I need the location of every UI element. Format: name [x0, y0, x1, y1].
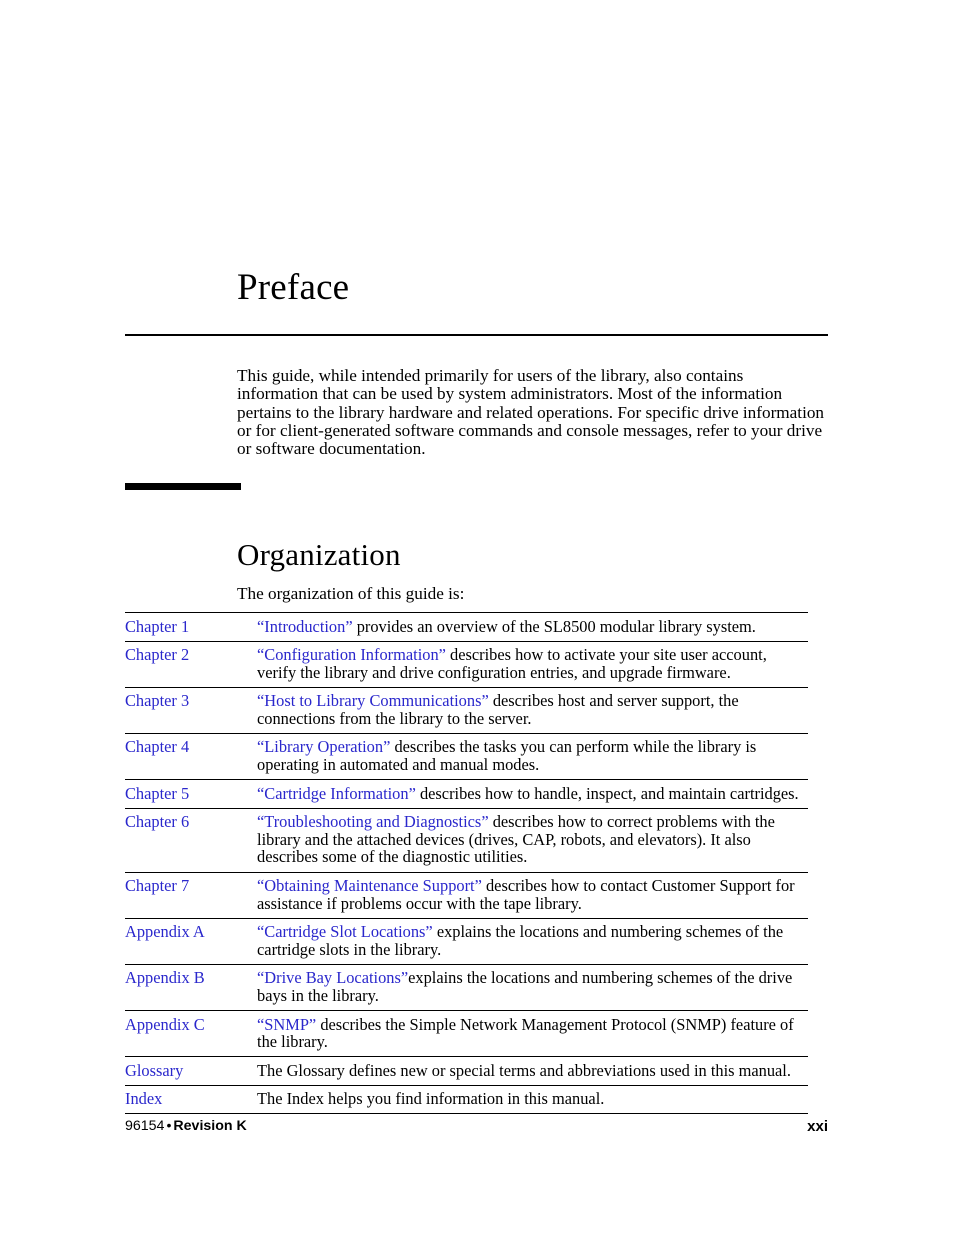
description-text: describes how to handle, inspect, and ma… [415, 783, 799, 803]
section-title-link[interactable]: “Cartridge Information” [257, 784, 416, 803]
table-cell-label: Chapter 1 [125, 613, 257, 642]
table-cell-description: “Obtaining Maintenance Support” describe… [257, 872, 808, 918]
chapter-link[interactable]: Chapter 4 [125, 737, 189, 756]
table-cell-label: Glossary [125, 1057, 257, 1086]
chapter-link[interactable]: Appendix B [125, 968, 205, 987]
section-title-link[interactable]: “Troubleshooting and Diagnostics” [257, 812, 489, 831]
table-cell-description: “Cartridge Slot Locations” explains the … [257, 918, 808, 964]
footer-document-info: 96154 • Revision K [125, 1118, 247, 1134]
table-cell-label: Chapter 7 [125, 872, 257, 918]
table-cell-label: Appendix B [125, 964, 257, 1010]
chapter-link[interactable]: Chapter 7 [125, 876, 189, 895]
table-cell-description: “Troubleshooting and Diagnostics” descri… [257, 808, 808, 872]
section-title-link[interactable]: “SNMP” [257, 1015, 316, 1034]
section-lead-in-text: The organization of this guide is: [237, 584, 465, 604]
table-cell-label: Chapter 4 [125, 733, 257, 779]
chapter-link[interactable]: Index [125, 1089, 162, 1108]
footer-doc-number: 96154 [125, 1118, 165, 1134]
table-cell-description: “Configuration Information” describes ho… [257, 641, 808, 687]
description-text: The Glossary defines new or special term… [257, 1060, 791, 1080]
section-title-link[interactable]: “Library Operation” [257, 737, 390, 756]
description-text: describes the Simple Network Management … [257, 1014, 794, 1052]
table-row: Appendix B “Drive Bay Locations”explains … [125, 964, 808, 1010]
chapter-link[interactable]: Chapter 6 [125, 812, 189, 831]
section-title-link[interactable]: “Obtaining Maintenance Support” [257, 876, 482, 895]
chapter-link[interactable]: Chapter 2 [125, 645, 189, 664]
chapter-link[interactable]: Appendix C [125, 1015, 205, 1034]
table-row: Chapter 7 “Obtaining Maintenance Support”… [125, 872, 808, 918]
title-divider [125, 334, 828, 336]
chapter-link[interactable]: Chapter 3 [125, 691, 189, 710]
description-text: The Index helps you find information in … [257, 1089, 605, 1109]
page-title: Preface [237, 266, 350, 308]
section-title-link[interactable]: “Drive Bay Locations” [257, 968, 408, 987]
section-heading-organization: Organization [237, 536, 401, 572]
chapter-link[interactable]: Glossary [125, 1061, 183, 1080]
table-cell-label: Chapter 6 [125, 808, 257, 872]
table-cell-label: Appendix C [125, 1011, 257, 1057]
section-marker-bar [125, 483, 241, 490]
table-row: Chapter 5 “Cartridge Information” describ… [125, 779, 808, 809]
footer-page-number: xxi [807, 1118, 828, 1135]
table-cell-label: Chapter 2 [125, 641, 257, 687]
preface-page: Preface This guide, while intended prima… [0, 0, 954, 1235]
table-row: Appendix C “SNMP” describes the Simple Ne… [125, 1010, 808, 1057]
table-row: Chapter 2 “Configuration Information” des… [125, 641, 808, 687]
table-cell-description: “SNMP” describes the Simple Network Mana… [257, 1011, 808, 1057]
organization-table-body: Chapter 1 “Introduction” provides an over… [125, 612, 808, 1114]
chapter-link[interactable]: Chapter 5 [125, 784, 189, 803]
table-cell-label: Chapter 5 [125, 780, 257, 809]
table-cell-description: “Host to Library Communications” describ… [257, 687, 808, 733]
table-cell-description: “Library Operation” describes the tasks … [257, 733, 808, 779]
description-text: provides an overview of the SL8500 modul… [352, 616, 756, 636]
section-title-link[interactable]: “Configuration Information” [257, 645, 446, 664]
table-row: Chapter 6 “Troubleshooting and Diagnostic… [125, 808, 808, 872]
intro-paragraph: This guide, while intended primarily for… [237, 366, 825, 459]
table-row: Chapter 4 “Library Operation” describes t… [125, 733, 808, 779]
table-cell-label: Appendix A [125, 918, 257, 964]
footer-revision: Revision K [173, 1118, 247, 1134]
section-title-link[interactable]: “Host to Library Communications” [257, 691, 489, 710]
table-cell-description: The Glossary defines new or special term… [257, 1057, 808, 1086]
table-row: Index The Index helps you find informatio… [125, 1085, 808, 1114]
table-cell-description: “Cartridge Information” describes how to… [257, 780, 808, 809]
table-cell-label: Index [125, 1085, 257, 1114]
chapter-link[interactable]: Appendix A [125, 922, 205, 941]
table-row: Appendix A “Cartridge Slot Locations” exp… [125, 918, 808, 964]
table-row: Glossary The Glossary defines new or spec… [125, 1056, 808, 1086]
section-title-link[interactable]: “Cartridge Slot Locations” [257, 922, 433, 941]
table-cell-description: “Drive Bay Locations”explains the locati… [257, 964, 808, 1010]
table-cell-description: “Introduction” provides an overview of t… [257, 613, 808, 642]
table-row: Chapter 1 “Introduction” provides an over… [125, 612, 808, 642]
table-cell-description: The Index helps you find information in … [257, 1085, 808, 1114]
table-cell-label: Chapter 3 [125, 687, 257, 733]
section-title-link[interactable]: “Introduction” [257, 617, 353, 636]
chapter-link[interactable]: Chapter 1 [125, 617, 189, 636]
table-row: Chapter 3 “Host to Library Communications… [125, 687, 808, 733]
organization-table: Chapter 1 “Introduction” provides an over… [125, 612, 808, 1114]
